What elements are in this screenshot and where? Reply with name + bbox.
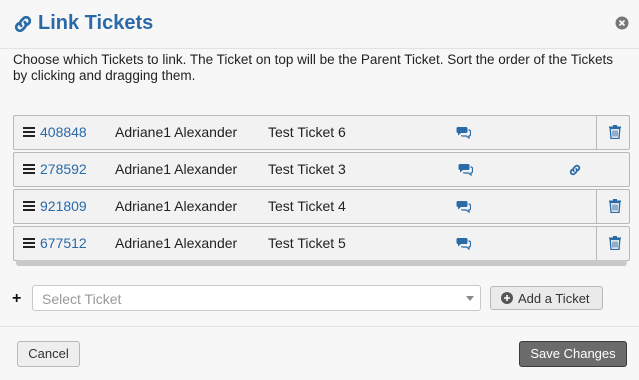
close-icon[interactable] bbox=[615, 16, 629, 30]
drag-handle-icon[interactable] bbox=[23, 164, 35, 174]
trash-icon[interactable] bbox=[609, 236, 621, 250]
ticket-id-link[interactable]: 408848 bbox=[40, 124, 87, 140]
ticket-requester: Adriane1 Alexander bbox=[115, 198, 238, 214]
select-ticket-placeholder: Select Ticket bbox=[42, 291, 122, 307]
ticket-row[interactable]: 677512 Adriane1 Alexander Test Ticket 5 bbox=[13, 226, 630, 261]
ticket-subject: Test Ticket 4 bbox=[268, 198, 346, 214]
dialog-header: Link Tickets bbox=[0, 0, 639, 49]
drag-handle-icon[interactable] bbox=[23, 127, 35, 137]
row-divider bbox=[596, 227, 597, 260]
save-changes-button[interactable]: Save Changes bbox=[519, 341, 627, 367]
chat-icon[interactable] bbox=[456, 199, 471, 213]
ticket-subject: Test Ticket 3 bbox=[268, 161, 346, 177]
trash-icon[interactable] bbox=[609, 199, 621, 213]
plus-circle-icon bbox=[501, 292, 513, 304]
ticket-requester: Adriane1 Alexander bbox=[115, 124, 238, 140]
chevron-down-icon bbox=[466, 296, 474, 301]
ticket-row[interactable]: 921809 Adriane1 Alexander Test Ticket 4 bbox=[13, 189, 630, 224]
save-changes-label: Save Changes bbox=[530, 346, 616, 361]
add-ticket-label: Add a Ticket bbox=[518, 291, 590, 306]
ticket-subject: Test Ticket 6 bbox=[268, 124, 346, 140]
drag-handle-icon[interactable] bbox=[23, 201, 35, 211]
ticket-subject: Test Ticket 5 bbox=[268, 235, 346, 251]
row-divider bbox=[596, 190, 597, 223]
dialog-title: Link Tickets bbox=[38, 12, 154, 34]
chat-icon[interactable] bbox=[456, 236, 471, 250]
drag-handle-icon[interactable] bbox=[23, 238, 35, 248]
cancel-button[interactable]: Cancel bbox=[17, 341, 80, 367]
chat-icon[interactable] bbox=[456, 125, 471, 139]
ticket-list: 408848 Adriane1 Alexander Test Ticket 6 … bbox=[13, 115, 630, 263]
chat-icon[interactable] bbox=[458, 162, 473, 176]
ticket-row[interactable]: 408848 Adriane1 Alexander Test Ticket 6 bbox=[13, 115, 630, 150]
ticket-id-link[interactable]: 921809 bbox=[40, 198, 87, 214]
link-icon bbox=[14, 15, 32, 33]
select-ticket-dropdown[interactable]: Select Ticket bbox=[32, 285, 481, 311]
horizontal-scrollbar[interactable] bbox=[16, 260, 627, 266]
add-ticket-button[interactable]: Add a Ticket bbox=[490, 286, 603, 310]
dialog-description: Choose which Tickets to link. The Ticket… bbox=[13, 52, 614, 83]
link-icon[interactable] bbox=[568, 163, 582, 177]
cancel-label: Cancel bbox=[28, 346, 69, 361]
ticket-requester: Adriane1 Alexander bbox=[115, 235, 238, 251]
row-divider bbox=[596, 116, 597, 149]
ticket-id-link[interactable]: 677512 bbox=[40, 235, 87, 251]
ticket-id-link[interactable]: 278592 bbox=[40, 161, 87, 177]
ticket-row[interactable]: 278592 Adriane1 Alexander Test Ticket 3 bbox=[13, 152, 630, 187]
trash-icon[interactable] bbox=[609, 125, 621, 139]
ticket-requester: Adriane1 Alexander bbox=[115, 161, 238, 177]
plus-icon: + bbox=[12, 290, 22, 307]
